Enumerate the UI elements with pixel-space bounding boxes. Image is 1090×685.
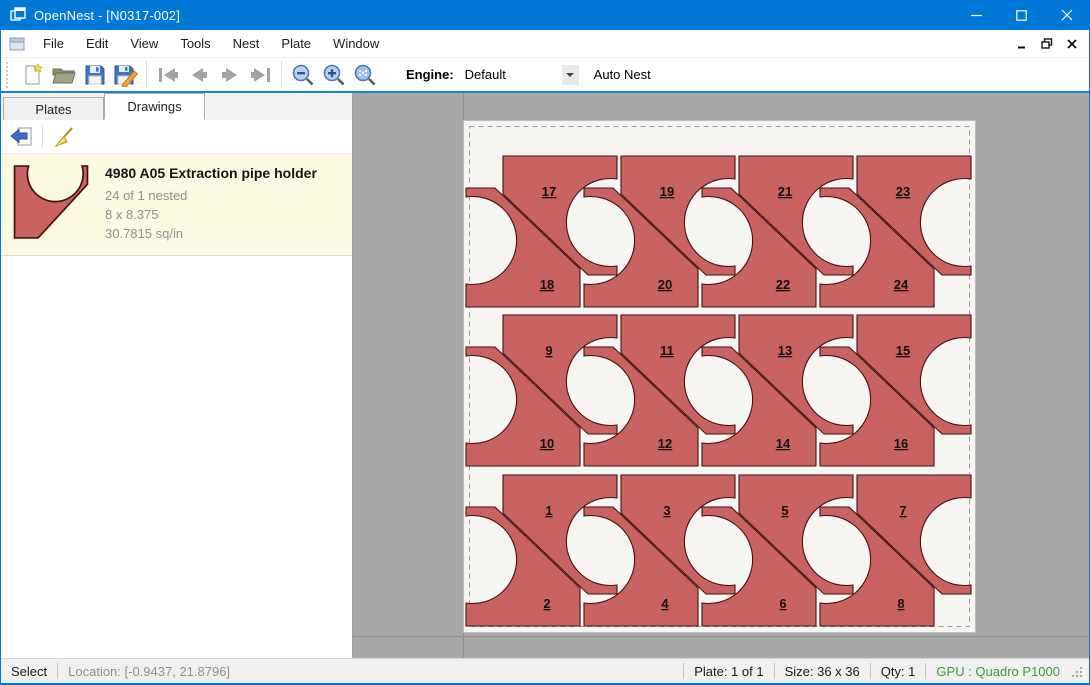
child-restore-button[interactable] [1041, 38, 1053, 49]
toolbar-grip[interactable] [6, 62, 13, 88]
statusbar: Select Location: [-0.9437, 21.8796] Plat… [1, 658, 1089, 683]
part-number-label: 17 [542, 184, 556, 199]
zoom-fit-button[interactable] [349, 60, 380, 89]
menu-plate[interactable]: Plate [270, 31, 322, 56]
new-file-button[interactable] [17, 60, 48, 89]
menu-file[interactable]: File [32, 31, 75, 56]
part-number-label: 15 [896, 343, 910, 358]
part-number-label: 23 [896, 184, 910, 199]
menu-edit[interactable]: Edit [75, 31, 119, 56]
zoom-in-button[interactable] [318, 60, 349, 89]
next-arrow-icon [217, 65, 243, 85]
nav-prev-button[interactable] [183, 60, 214, 89]
part-number-label: 8 [897, 596, 904, 611]
part-number-label: 4 [661, 596, 669, 611]
part-number-label: 9 [545, 343, 552, 358]
app-window: OpenNest - [N0317-002] File Edit View To… [0, 0, 1090, 685]
open-folder-icon [51, 63, 77, 87]
save-as-icon [113, 63, 139, 87]
part-number-label: 22 [776, 277, 790, 292]
menu-nest[interactable]: Nest [222, 31, 271, 56]
plate-bottom-extension-line [353, 636, 1089, 637]
tab-plates[interactable]: Plates [3, 97, 104, 120]
part-number-label: 14 [776, 436, 791, 451]
status-mode: Select [11, 664, 47, 679]
child-close-button[interactable] [1067, 39, 1077, 49]
status-plate: Plate: 1 of 1 [694, 664, 763, 679]
save-as-button[interactable] [110, 60, 141, 89]
part-number-label: 21 [778, 184, 792, 199]
part-number-label: 24 [894, 277, 909, 292]
child-minimize-button[interactable] [1017, 39, 1027, 49]
save-icon [83, 63, 107, 87]
menubar: File Edit View Tools Nest Plate Window [1, 30, 1089, 58]
sidebar: Plates Drawings 4980 A05 Extraction pipe… [1, 93, 353, 658]
close-button[interactable] [1044, 0, 1089, 30]
status-location: Location: [-0.9437, 21.8796] [68, 664, 230, 679]
part-number-label: 16 [894, 436, 908, 451]
nesting-canvas[interactable]: 171819202122232491011121314151612345678 [353, 93, 1089, 658]
minimize-button[interactable] [954, 0, 999, 30]
part-thumbnail [13, 165, 89, 244]
engine-label: Engine: [406, 67, 454, 82]
engine-dropdown-arrow[interactable] [562, 65, 579, 85]
main-toolbar: Engine: Default Auto Nest [1, 58, 1089, 93]
part-number-label: 11 [660, 343, 674, 358]
part-number-label: 1 [545, 503, 552, 518]
status-size: Size: 36 x 36 [785, 664, 860, 679]
nav-first-button[interactable] [152, 60, 183, 89]
titlebar[interactable]: OpenNest - [N0317-002] [1, 0, 1089, 30]
menu-tools[interactable]: Tools [169, 31, 221, 56]
drawing-dimensions: 8 x 8.375 [105, 205, 317, 224]
mdi-document-icon[interactable] [9, 36, 26, 52]
part-number-label: 10 [540, 436, 554, 451]
last-arrow-icon [248, 65, 274, 85]
part-number-label: 3 [663, 503, 670, 518]
zoom-in-icon [322, 63, 346, 87]
zoom-fit-icon [353, 63, 377, 87]
open-file-button[interactable] [48, 60, 79, 89]
first-arrow-icon [155, 65, 181, 85]
send-back-button[interactable] [7, 123, 35, 151]
drawing-title: 4980 A05 Extraction pipe holder [105, 165, 317, 181]
sidebar-toolbar [1, 120, 352, 154]
zoom-out-icon [291, 63, 315, 87]
part-number-label: 12 [658, 436, 672, 451]
auto-nest-button[interactable]: Auto Nest [594, 67, 651, 82]
zoom-out-button[interactable] [287, 60, 318, 89]
prev-arrow-icon [186, 65, 212, 85]
plate-canvas[interactable]: 171819202122232491011121314151612345678 [463, 120, 976, 633]
status-qty: Qty: 1 [881, 664, 916, 679]
engine-selected-value: Default [461, 67, 562, 82]
nav-next-button[interactable] [214, 60, 245, 89]
window-title: OpenNest - [N0317-002] [34, 8, 180, 23]
menu-view[interactable]: View [119, 31, 169, 56]
menu-window[interactable]: Window [322, 31, 390, 56]
drawing-list-item[interactable]: 4980 A05 Extraction pipe holder 24 of 1 … [1, 154, 352, 256]
clear-button[interactable] [50, 123, 78, 151]
app-cascade-windows-icon [10, 7, 26, 23]
page-back-arrow-icon [9, 126, 33, 148]
part-number-label: 5 [781, 503, 788, 518]
maximize-button[interactable] [999, 0, 1044, 30]
part-number-label: 13 [778, 343, 792, 358]
resize-grip[interactable] [1070, 665, 1083, 678]
part-number-label: 7 [899, 503, 906, 518]
tab-drawings[interactable]: Drawings [104, 93, 205, 120]
save-button[interactable] [79, 60, 110, 89]
engine-select[interactable]: Default [461, 64, 579, 86]
nav-last-button[interactable] [245, 60, 276, 89]
part-number-label: 19 [660, 184, 674, 199]
part-number-label: 6 [779, 596, 786, 611]
sidebar-tabstrip: Plates Drawings [1, 93, 352, 120]
part-number-label: 20 [658, 277, 672, 292]
drawing-nested-info: 24 of 1 nested [105, 186, 317, 205]
new-file-icon [21, 63, 45, 87]
content-area: Plates Drawings 4980 A05 Extraction pipe… [1, 93, 1089, 658]
status-gpu: GPU : Quadro P1000 [936, 664, 1060, 679]
broom-icon [52, 126, 76, 148]
part-number-label: 2 [543, 596, 550, 611]
drawing-area: 30.7815 sq/in [105, 224, 317, 243]
part-number-label: 18 [540, 277, 554, 292]
